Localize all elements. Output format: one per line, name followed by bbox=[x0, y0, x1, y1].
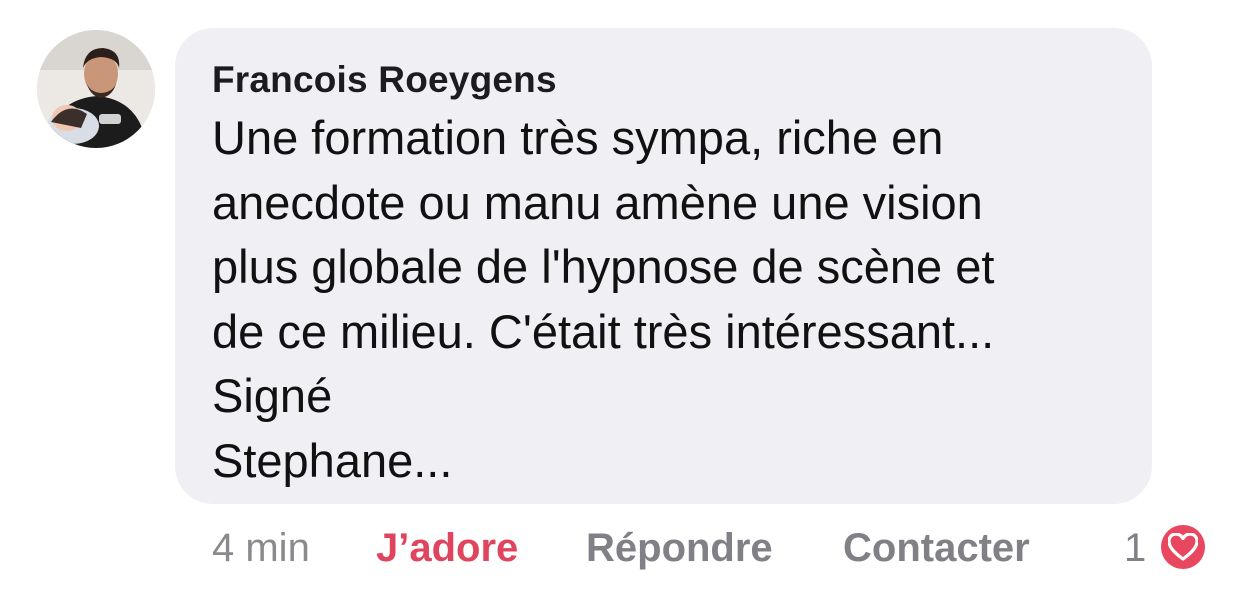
comment: Francois Roeygens Une formation très sym… bbox=[0, 0, 1242, 604]
contact-button[interactable]: Contacter bbox=[843, 520, 1030, 576]
timestamp: 4 min bbox=[212, 526, 310, 570]
author-name[interactable]: Francois Roeygens bbox=[212, 56, 1152, 104]
reaction-badge[interactable] bbox=[1158, 522, 1208, 572]
love-reaction-button[interactable]: J’adore bbox=[376, 520, 518, 576]
profile-photo-icon bbox=[37, 30, 155, 148]
reply-button[interactable]: Répondre bbox=[586, 520, 773, 576]
comment-text: Une formation très sympa, riche en anecd… bbox=[212, 111, 995, 487]
comment-bubble: Francois Roeygens Une formation très sym… bbox=[175, 28, 1152, 504]
comment-actions: 4 min J’adore Répondre Contacter 1 bbox=[0, 520, 1242, 576]
reaction-count[interactable]: 1 bbox=[1124, 520, 1146, 576]
avatar[interactable] bbox=[37, 30, 155, 148]
heart-icon bbox=[1161, 525, 1205, 569]
